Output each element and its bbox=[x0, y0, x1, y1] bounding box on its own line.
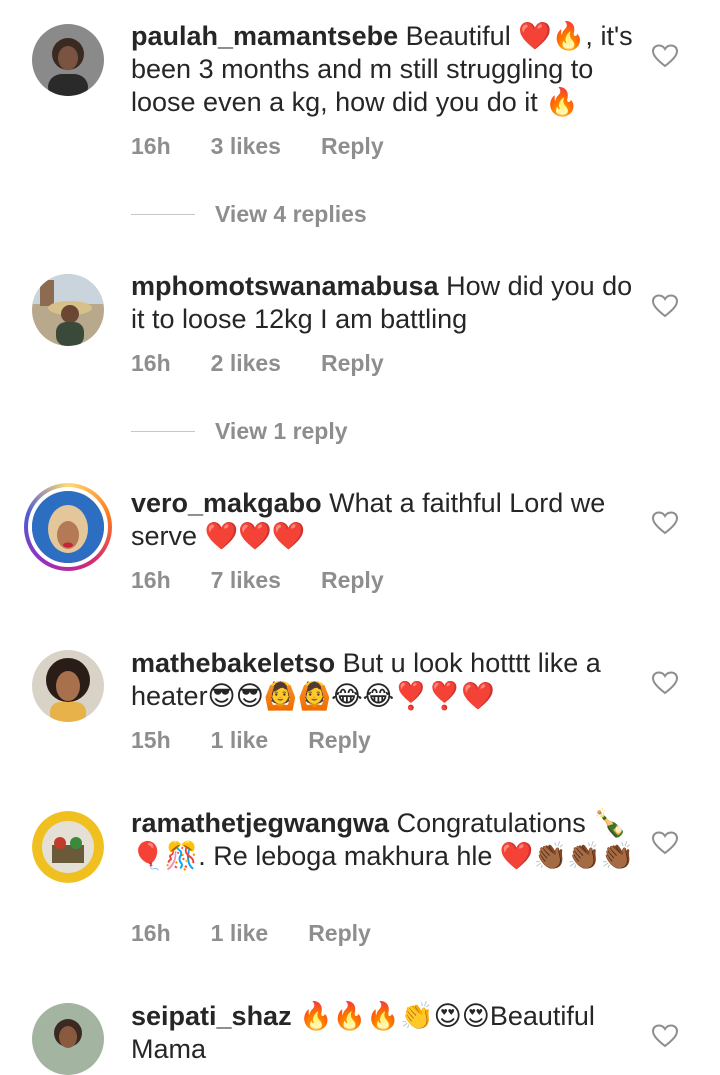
avatar[interactable] bbox=[32, 650, 104, 722]
like-heart-icon[interactable] bbox=[651, 44, 679, 68]
like-heart-icon[interactable] bbox=[651, 831, 679, 855]
comment-text: mphomotswanamabusa How did you do it to … bbox=[131, 270, 636, 336]
comment-text: vero_makgabo What a faithful Lord we ser… bbox=[131, 487, 636, 553]
comment-time: 16h bbox=[131, 920, 171, 946]
comment-username[interactable]: mphomotswanamabusa bbox=[131, 271, 439, 301]
avatar[interactable] bbox=[32, 24, 104, 96]
comment-text: seipati_shaz 🔥🔥🔥👏😍😍Beautiful Mama bbox=[131, 1000, 636, 1066]
reply-button[interactable]: Reply bbox=[308, 920, 371, 947]
comment-likes[interactable]: 2 likes bbox=[211, 350, 281, 377]
comment-text: ramathetjegwangwa Congratulations 🍾🎈🎊. R… bbox=[131, 807, 636, 873]
reply-button[interactable]: Reply bbox=[321, 567, 384, 594]
like-heart-icon[interactable] bbox=[651, 1024, 679, 1048]
comment-text: paulah_mamantsebe Beautiful ❤️🔥, it's be… bbox=[131, 20, 636, 119]
comment-username[interactable]: vero_makgabo bbox=[131, 488, 322, 518]
view-replies-button[interactable]: View 1 reply bbox=[131, 418, 348, 445]
reply-button[interactable]: Reply bbox=[321, 133, 384, 160]
comment-username[interactable]: seipati_shaz bbox=[131, 1001, 292, 1031]
comment-likes[interactable]: 7 likes bbox=[211, 567, 281, 594]
comment-username[interactable]: mathebakeletso bbox=[131, 648, 335, 678]
view-replies-label: View 1 reply bbox=[215, 418, 348, 444]
comment-username[interactable]: paulah_mamantsebe bbox=[131, 21, 398, 51]
avatar-story-ring[interactable] bbox=[24, 483, 112, 571]
comment-time: 16h bbox=[131, 133, 171, 159]
like-heart-icon[interactable] bbox=[651, 511, 679, 535]
comment-time: 16h bbox=[131, 350, 171, 376]
comment-likes[interactable]: 3 likes bbox=[211, 133, 281, 160]
comment-username[interactable]: ramathetjegwangwa bbox=[131, 808, 389, 838]
like-heart-icon[interactable] bbox=[651, 294, 679, 318]
reply-button[interactable]: Reply bbox=[321, 350, 384, 377]
view-replies-button[interactable]: View 4 replies bbox=[131, 201, 367, 228]
avatar[interactable] bbox=[32, 811, 104, 883]
avatar[interactable] bbox=[32, 274, 104, 346]
comment-likes[interactable]: 1 like bbox=[211, 920, 269, 947]
avatar[interactable] bbox=[32, 1003, 104, 1075]
comment-time: 15h bbox=[131, 727, 171, 753]
avatar bbox=[28, 487, 108, 567]
reply-button[interactable]: Reply bbox=[308, 727, 371, 754]
comment-text: mathebakeletso But u look hotttt like a … bbox=[131, 647, 636, 713]
divider bbox=[131, 214, 195, 215]
divider bbox=[131, 431, 195, 432]
view-replies-label: View 4 replies bbox=[215, 201, 367, 227]
comment-likes[interactable]: 1 like bbox=[211, 727, 269, 754]
comment-time: 16h bbox=[131, 567, 171, 593]
like-heart-icon[interactable] bbox=[651, 671, 679, 695]
